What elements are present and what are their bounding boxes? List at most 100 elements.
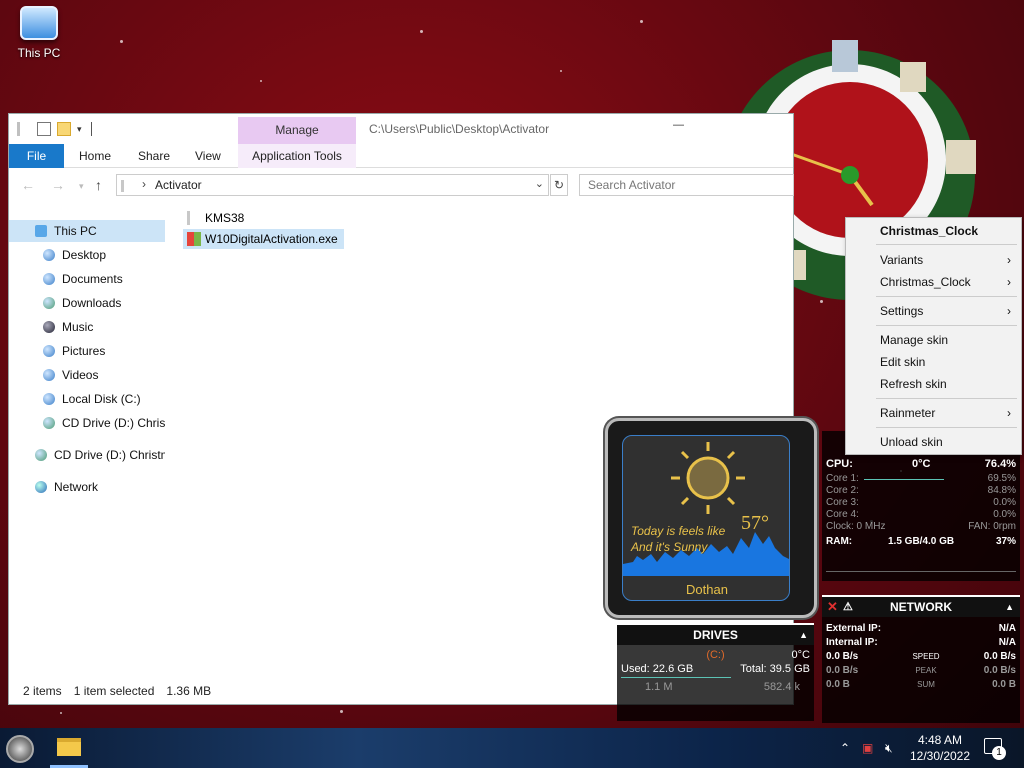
breadcrumb-activator[interactable]: Activator [155,178,202,192]
close-icon[interactable]: ✕ [827,597,838,617]
menu-divider [876,296,1017,297]
peak-row: 0.0 B/s PEAK 0.0 B/s [826,665,1016,676]
clock-fan-row: Clock: 0 MHz FAN: 0rpm [826,521,1016,532]
collapse-icon[interactable]: ▲ [799,625,808,645]
search-input[interactable]: Search Activator [579,174,794,196]
collapse-icon[interactable]: ▲ [1005,597,1014,617]
drive-write-rate: 582.4 k [763,681,800,693]
downloads-icon [43,297,55,309]
nav-item-documents[interactable]: Documents [9,268,165,290]
chevron-right-icon: › [1007,304,1011,318]
desktop-icon-this-pc[interactable]: This PC [10,6,68,60]
network-disconnected-icon[interactable]: ▣ [862,728,873,768]
menu-item-unload-skin[interactable]: Unload skin [846,431,1021,453]
ram-label: RAM: [826,536,853,547]
menu-item-settings[interactable]: Settings › [846,300,1021,322]
back-arrow-icon[interactable]: ← [21,177,35,193]
executable-icon [187,232,201,246]
menu-divider [876,398,1017,399]
ribbon-tabs: File Home Share View Application Tools [9,144,793,168]
file-name: W10DigitalActivation.exe [205,232,338,246]
skin-context-menu: Christmas_Clock Variants › Christmas_Cloc… [845,217,1022,455]
file-name: KMS38 [205,211,245,225]
up-arrow-icon[interactable]: ↑ [95,177,102,193]
tab-file[interactable]: File [9,144,64,168]
sum-row: 0.0 B SUM 0.0 B [826,679,1016,690]
nav-item-music[interactable]: Music [9,316,165,338]
menu-item-rainmeter[interactable]: Rainmeter › [846,402,1021,424]
clock-date: 12/30/2022 [909,749,971,763]
weather-city: Dothan [686,582,728,597]
drive-temp: 0°C [791,649,810,661]
menu-title: Christmas_Clock [880,224,979,238]
nav-item-cd-drive[interactable]: CD Drive (D:) Christ [9,412,165,434]
properties-icon[interactable] [37,122,51,136]
show-hidden-icons-icon[interactable]: ⌃ [840,728,850,768]
external-ip-row: External IP: N/A [826,623,1016,634]
nav-item-network[interactable]: Network [9,476,165,498]
ram-value: 1.5 GB/4.0 GB [888,536,955,547]
clock-house [832,40,858,72]
computer-icon [35,225,47,237]
menu-item-variants[interactable]: Variants › [846,249,1021,271]
desktop-icon-label: This PC [17,46,61,60]
internal-ip-row: Internal IP: N/A [826,637,1016,648]
breadcrumb-chevron-icon[interactable]: › [142,177,146,191]
core-row: Core 3: 0.0% [826,497,1016,508]
tab-share[interactable]: Share [138,144,170,168]
clock-house [946,140,976,174]
videos-icon [43,369,55,381]
taskbar: ⌃ ▣ 🔇︎ 4:48 AM 12/30/2022 1 [0,728,1024,768]
start-button[interactable] [6,735,34,763]
tab-home[interactable]: Home [79,144,111,168]
tab-view[interactable]: View [195,144,221,168]
customize-toolbar-icon[interactable]: ▾ [77,122,85,136]
menu-divider [876,244,1017,245]
title-bar: ▾ Manage C:\Users\Public\Desktop\Activat… [9,114,793,144]
clock-time: 4:48 AM [917,733,963,747]
computer-icon [20,6,58,40]
file-item-w10digitalactivation[interactable]: W10DigitalActivation.exe [183,229,344,249]
ram-percent: 37% [995,536,1016,547]
nav-item-this-pc[interactable]: This PC [9,220,165,242]
chevron-down-icon[interactable]: ⌄ [535,177,544,190]
drives-widget[interactable]: DRIVES ▲ (C:) 0°C Used: 22.6 GB Total: 3… [617,623,814,721]
nav-item-cd-drive-root[interactable]: CD Drive (D:) Christm [9,444,165,466]
quick-access-toolbar: ▾ [17,122,92,136]
recent-locations-icon[interactable]: ▾ [79,181,84,192]
volume-muted-icon[interactable]: 🔇︎ [885,728,893,768]
forward-arrow-icon[interactable]: → [51,177,65,193]
menu-item-refresh-skin[interactable]: Refresh skin [846,373,1021,395]
folder-small-icon[interactable] [17,122,31,136]
selection-count: 1 item selected [73,684,155,698]
file-item-kms38[interactable]: KMS38 [183,208,244,228]
drive-total: Total: 39.5 GB [740,663,810,675]
network-widget[interactable]: ✕ ⚠ NETWORK ▲ External IP: N/A Internal I… [822,595,1020,723]
menu-item-edit-skin[interactable]: Edit skin [846,351,1021,373]
minimize-button[interactable]: — [673,120,685,133]
cpu-row: CPU: 0°C 76.4% [826,458,1016,470]
refresh-button[interactable]: ↻ [550,174,568,196]
speed-row: 0.0 B/s SPEED 0.0 B/s [826,651,1016,662]
menu-item-manage-skin[interactable]: Manage skin [846,329,1021,351]
weather-widget[interactable]: Today is feels like And it's Sunny 57° D… [605,418,817,618]
system-clock[interactable]: 4:48 AM 12/30/2022 [905,732,975,764]
documents-icon [43,273,55,285]
core-row: Core 4: 0.0% [826,509,1016,520]
item-count: 2 items [23,684,62,698]
nav-item-desktop[interactable]: Desktop [9,244,165,266]
nav-item-videos[interactable]: Videos [9,364,165,386]
address-bar[interactable]: › Activator ⌄ [116,174,549,196]
cpu-label: CPU: [826,458,853,470]
new-folder-icon[interactable] [57,122,71,136]
nav-item-local-disk[interactable]: Local Disk (C:) [9,388,165,410]
nav-item-downloads[interactable]: Downloads [9,292,165,314]
drives-header: DRIVES ▲ [617,623,814,645]
weather-panel: Today is feels like And it's Sunny 57° D… [622,435,790,601]
menu-item-christmas-clock[interactable]: Christmas_Clock › [846,271,1021,293]
tab-application-tools[interactable]: Application Tools [238,144,356,168]
core-1-bar [864,479,944,480]
tab-manage[interactable]: Manage [238,117,356,144]
file-explorer-taskbar-icon[interactable] [57,738,81,756]
nav-item-pictures[interactable]: Pictures [9,340,165,362]
